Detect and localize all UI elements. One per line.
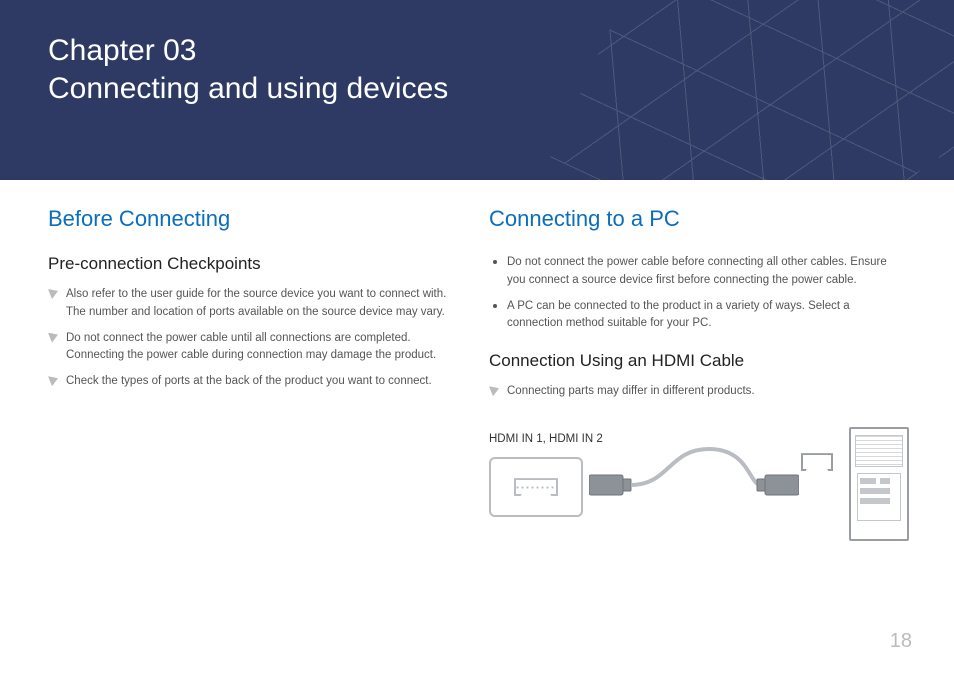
note-item: Connecting parts may differ in different…: [489, 383, 906, 401]
right-column: Connecting to a PC Do not connect the po…: [477, 200, 906, 675]
bullet-item: Do not connect the power cable before co…: [489, 254, 906, 290]
left-subheading: Pre-connection Checkpoints: [48, 254, 449, 274]
right-heading: Connecting to a PC: [489, 206, 906, 232]
chapter-title: Connecting and using devices: [48, 72, 448, 105]
hdmi-jack-icon: [801, 453, 833, 471]
hdmi-note: Connecting parts may differ in different…: [489, 383, 906, 401]
bullet-item: A PC can be connected to the product in …: [489, 298, 906, 334]
page-content: Before Connecting Pre-connection Checkpo…: [48, 200, 906, 675]
hdmi-subheading: Connection Using an HDMI Cable: [489, 351, 906, 371]
preconnection-notes: Also refer to the user guide for the sou…: [48, 286, 449, 391]
chapter-label: Chapter 03: [48, 34, 196, 67]
hdmi-diagram: HDMI IN 1, HDMI IN 2: [489, 419, 909, 559]
chapter-heading: Chapter 03 Connecting and using devices: [48, 32, 448, 107]
note-item: Do not connect the power cable until all…: [48, 330, 449, 366]
pc-tower-icon: [849, 427, 909, 541]
chapter-banner: Chapter 03 Connecting and using devices: [0, 0, 954, 180]
hdmi-cable-icon: [589, 439, 799, 509]
hdmi-port-label: HDMI IN 1, HDMI IN 2: [489, 433, 603, 445]
banner-pattern: [550, 0, 954, 180]
pc-bullets: Do not connect the power cable before co…: [489, 254, 906, 333]
left-heading: Before Connecting: [48, 206, 449, 232]
note-item: Check the types of ports at the back of …: [48, 373, 449, 391]
page-number: 18: [890, 630, 912, 653]
left-column: Before Connecting Pre-connection Checkpo…: [48, 200, 477, 675]
hdmi-port-panel-icon: [489, 457, 583, 517]
note-item: Also refer to the user guide for the sou…: [48, 286, 449, 322]
